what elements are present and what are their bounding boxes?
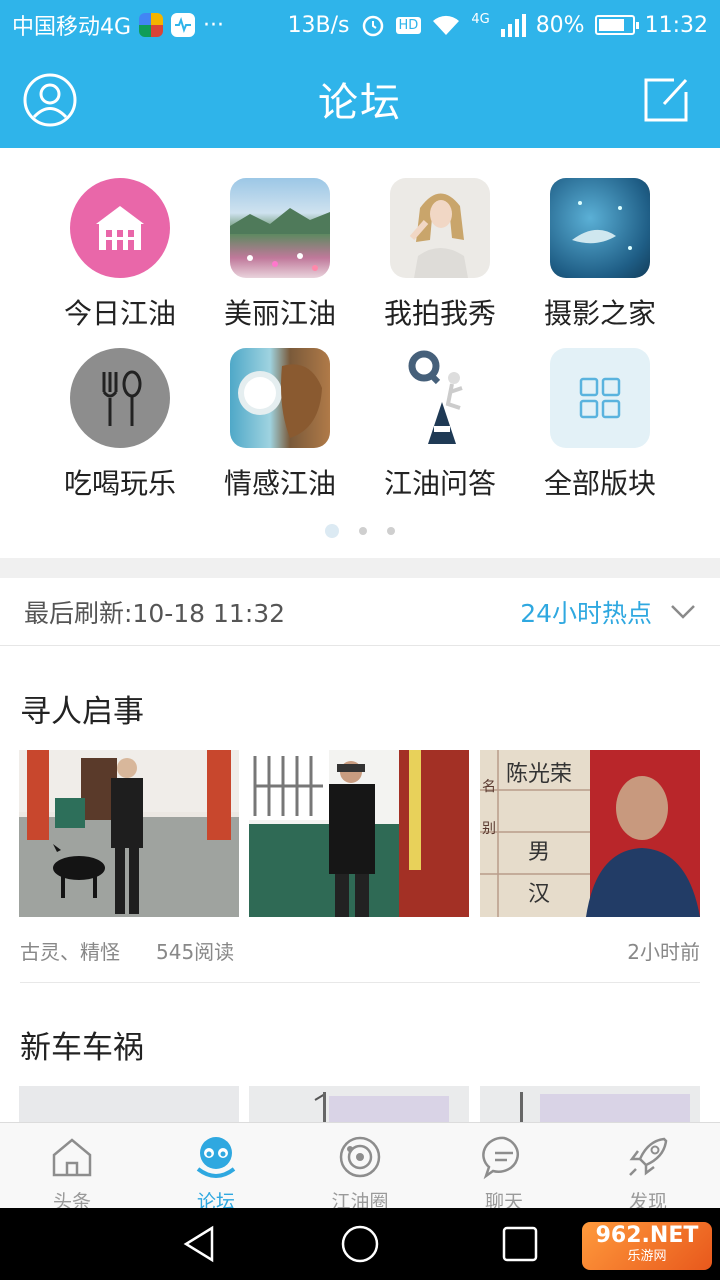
category-today-jiangyou[interactable]: 今日江油 xyxy=(40,178,200,332)
post-image[interactable]: 名 陈光荣 别 男 汉 xyxy=(480,750,700,917)
water-image xyxy=(550,178,650,278)
circle-icon xyxy=(339,1136,381,1178)
category-label: 情感江油 xyxy=(223,467,336,500)
home-icon xyxy=(52,1138,92,1177)
battery-percent: 80% xyxy=(535,12,585,38)
category-label: 我拍我秀 xyxy=(383,297,496,330)
post-title[interactable]: 新车车祸 xyxy=(20,1022,144,1067)
page-dot xyxy=(387,526,395,535)
portrait-image xyxy=(390,178,490,278)
photo-text: 男 xyxy=(528,840,551,865)
nav-item-headlines[interactable]: 头条 xyxy=(0,1123,144,1213)
nav-item-chat[interactable]: 聊天 xyxy=(432,1123,576,1213)
more-notifications-icon: ··· xyxy=(203,12,225,38)
landscape-image xyxy=(230,178,330,278)
qa-image xyxy=(390,348,490,448)
health-notification-icon xyxy=(171,13,196,37)
post-time: 2小时前 xyxy=(627,940,700,964)
category-photography[interactable]: 摄影之家 xyxy=(520,178,680,332)
bottom-nav: 头条 论坛 江油圈 聊天 发现 xyxy=(0,1122,720,1213)
category-beautiful-jiangyou[interactable]: 美丽江油 xyxy=(200,178,360,332)
category-qa[interactable]: 江油问答 xyxy=(360,348,520,502)
system-nav-bar: 962.NET 乐游网 xyxy=(0,1208,720,1280)
forum-mascot-icon xyxy=(196,1137,236,1178)
refresh-bar: 最后刷新:10-18 11:32 24小时热点 xyxy=(0,578,720,646)
category-label: 江油问答 xyxy=(383,467,496,500)
page-indicator xyxy=(0,520,720,539)
page-title: 论坛 xyxy=(318,80,402,126)
forum-screen: 中国移动4G ··· 13B/s HD 4G 80% 11:32 论坛 今日江油… xyxy=(0,0,720,1280)
category-label: 摄影之家 xyxy=(543,297,656,330)
page-dot-active xyxy=(325,523,339,538)
post-divider xyxy=(20,982,700,983)
category-label: 美丽江油 xyxy=(223,297,336,330)
photo-text: 陈光荣 xyxy=(506,762,573,787)
post-read-count: 545阅读 xyxy=(156,940,235,964)
category-emotional[interactable]: 情感江油 xyxy=(200,348,360,502)
signal-icon xyxy=(500,14,526,37)
wifi-icon xyxy=(433,15,460,35)
category-all-boards[interactable]: 全部版块 xyxy=(520,348,680,502)
photo-text: 名 xyxy=(482,779,496,795)
section-divider xyxy=(0,558,720,578)
category-grid: 今日江油 美丽江油 我拍我秀 摄影之家 吃喝玩乐 情感江油 江油问答 全部版块 xyxy=(0,148,720,558)
nav-item-discover[interactable]: 发现 xyxy=(576,1123,720,1213)
category-food-fun[interactable]: 吃喝玩乐 xyxy=(40,348,200,502)
post-image[interactable] xyxy=(19,1086,239,1122)
network-type: 4G xyxy=(471,12,490,27)
home-button-icon[interactable] xyxy=(340,1224,380,1264)
status-bar: 中国移动4G ··· 13B/s HD 4G 80% 11:32 xyxy=(0,0,720,50)
category-show-yourself[interactable]: 我拍我秀 xyxy=(360,178,520,332)
post-title[interactable]: 寻人启事 xyxy=(20,686,144,731)
battery-icon xyxy=(594,15,639,35)
back-icon[interactable] xyxy=(180,1224,220,1264)
post-image[interactable] xyxy=(249,1086,469,1122)
net-speed: 13B/s xyxy=(287,12,350,38)
watermark-text: 962.NET xyxy=(595,1223,699,1248)
watermark-logo: 962.NET 乐游网 xyxy=(582,1222,712,1270)
post-image[interactable] xyxy=(480,1086,700,1122)
app-notification-icon xyxy=(139,13,164,37)
category-label: 吃喝玩乐 xyxy=(63,467,176,500)
chevron-down-icon xyxy=(671,604,695,619)
house-icon xyxy=(70,178,170,278)
category-label: 全部版块 xyxy=(543,467,656,500)
watermark-subtext: 乐游网 xyxy=(627,1249,667,1264)
profile-icon[interactable] xyxy=(22,72,78,128)
app-header: 论坛 xyxy=(0,50,720,148)
photo-text: 汉 xyxy=(528,882,551,907)
chat-icon xyxy=(482,1136,519,1180)
post-author: 古灵、精怪 xyxy=(20,940,120,964)
carrier-label: 中国移动4G xyxy=(12,15,132,40)
clock: 11:32 xyxy=(644,12,708,38)
last-refresh-text: 最后刷新:10-18 11:32 xyxy=(24,598,286,628)
hot-filter-label: 24小时热点 xyxy=(520,598,652,628)
hot-filter-dropdown[interactable]: 24小时热点 xyxy=(520,594,696,630)
alarm-icon xyxy=(362,15,383,37)
cutlery-icon xyxy=(70,348,170,448)
nav-item-circle[interactable]: 江油圈 xyxy=(288,1123,432,1213)
compose-icon[interactable] xyxy=(638,72,694,128)
category-label: 今日江油 xyxy=(63,297,176,330)
photo-text: 别 xyxy=(482,821,496,837)
nav-item-forum[interactable]: 论坛 xyxy=(144,1123,288,1213)
kiss-image xyxy=(230,348,330,448)
hd-badge: HD xyxy=(395,16,422,34)
page-dot xyxy=(359,526,367,535)
post-image[interactable] xyxy=(249,750,469,917)
recents-icon[interactable] xyxy=(500,1224,540,1264)
grid-icon xyxy=(550,348,650,448)
rocket-icon xyxy=(629,1137,668,1176)
post-image[interactable] xyxy=(19,750,239,917)
